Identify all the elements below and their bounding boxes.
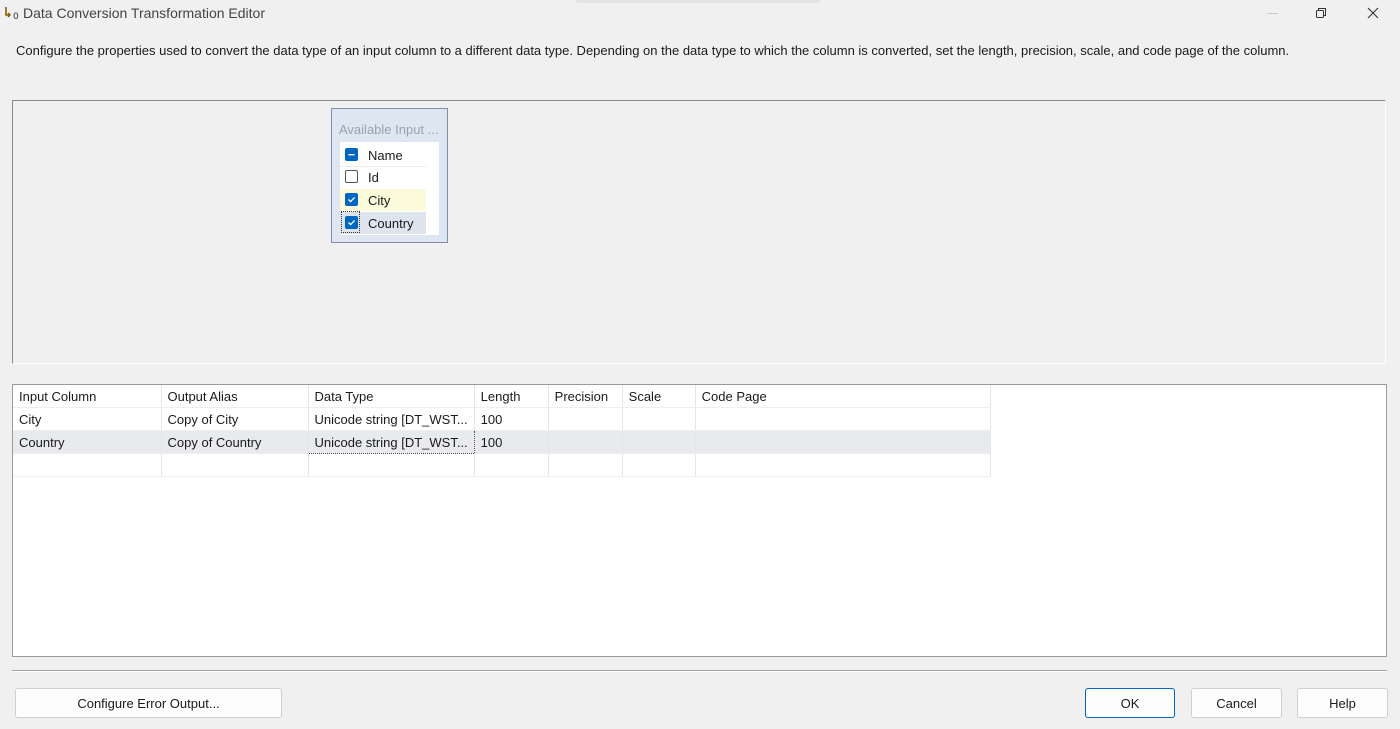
- svg-text:0: 0: [13, 12, 19, 21]
- title-bar: 0 Data Conversion Transformation Editor: [0, 0, 1400, 26]
- separator: [12, 670, 1387, 672]
- empty-cell[interactable]: [548, 453, 623, 477]
- restore-icon[interactable]: [1298, 0, 1344, 26]
- column-header-code-page[interactable]: Code Page: [695, 385, 991, 408]
- data-type-cell[interactable]: Unicode string [DT_WST...: [308, 407, 475, 431]
- available-input-columns-box[interactable]: Available Input ... Name Id City Country: [331, 108, 448, 243]
- input-column-name[interactable]: Name: [340, 144, 426, 167]
- input-column-id[interactable]: Id: [340, 166, 426, 188]
- precision-cell[interactable]: [548, 430, 623, 454]
- cancel-button[interactable]: Cancel: [1191, 688, 1282, 718]
- column-header-input-column[interactable]: Input Column: [13, 385, 162, 408]
- indeterminate-checkbox-icon[interactable]: [345, 148, 358, 161]
- description-text: Configure the properties used to convert…: [16, 43, 1290, 58]
- input-column-cell[interactable]: Country: [13, 430, 162, 454]
- length-cell[interactable]: 100: [474, 407, 549, 431]
- column-header-scale[interactable]: Scale: [622, 385, 696, 408]
- app-icon: 0: [5, 7, 19, 21]
- input-column-label: City: [368, 193, 391, 208]
- column-header-length[interactable]: Length: [474, 385, 549, 408]
- table-row[interactable]: City Copy of City Unicode string [DT_WST…: [13, 407, 991, 431]
- available-input-list: Name Id City Country: [340, 142, 439, 235]
- unchecked-checkbox-icon[interactable]: [345, 170, 358, 183]
- length-cell[interactable]: 100: [474, 430, 549, 454]
- checked-checkbox-icon[interactable]: [345, 193, 358, 206]
- ok-button[interactable]: OK: [1085, 688, 1175, 718]
- code-page-cell[interactable]: [695, 407, 991, 431]
- empty-cell[interactable]: [622, 453, 696, 477]
- close-icon[interactable]: [1350, 0, 1396, 26]
- output-alias-cell[interactable]: Copy of Country: [161, 430, 309, 454]
- window-title: Data Conversion Transformation Editor: [23, 5, 265, 21]
- precision-cell[interactable]: [548, 407, 623, 431]
- code-page-cell[interactable]: [695, 430, 991, 454]
- empty-cell[interactable]: [695, 453, 991, 477]
- column-header-precision[interactable]: Precision: [548, 385, 623, 408]
- empty-cell[interactable]: [161, 453, 309, 477]
- input-column-city[interactable]: City: [340, 189, 426, 211]
- conversion-table: Input Column Output Alias Data Type Leng…: [13, 385, 991, 477]
- focus-rectangle: [341, 211, 360, 233]
- title-decoration: [575, 0, 820, 3]
- input-column-label: Id: [368, 170, 379, 185]
- empty-cell[interactable]: [13, 453, 162, 477]
- column-header-output-alias[interactable]: Output Alias: [161, 385, 309, 408]
- empty-new-row[interactable]: [13, 453, 991, 477]
- header-row: Input Column Output Alias Data Type Leng…: [13, 385, 991, 408]
- input-column-cell[interactable]: City: [13, 407, 162, 431]
- data-type-cell[interactable]: Unicode string [DT_WST...: [307, 430, 475, 454]
- configure-error-output-button[interactable]: Configure Error Output...: [15, 688, 282, 718]
- output-alias-cell[interactable]: Copy of City: [161, 407, 309, 431]
- input-column-label: Country: [368, 216, 414, 231]
- help-button[interactable]: Help: [1297, 688, 1388, 718]
- available-input-title: Available Input ...: [339, 122, 439, 137]
- scale-cell[interactable]: [622, 430, 696, 454]
- input-designer-panel: [12, 100, 1386, 364]
- scale-cell[interactable]: [622, 407, 696, 431]
- conversion-grid[interactable]: Input Column Output Alias Data Type Leng…: [12, 384, 1387, 657]
- column-header-data-type[interactable]: Data Type: [308, 385, 475, 408]
- empty-cell[interactable]: [474, 453, 549, 477]
- table-row[interactable]: Country Copy of Country Unicode string […: [13, 430, 991, 454]
- input-column-label: Name: [368, 148, 403, 163]
- empty-cell[interactable]: [308, 453, 475, 477]
- minimize-button[interactable]: [1250, 0, 1296, 26]
